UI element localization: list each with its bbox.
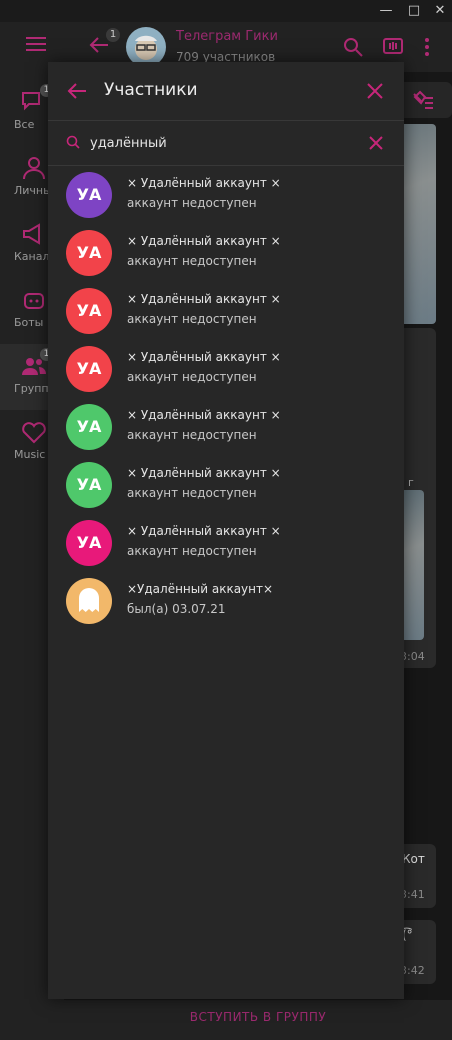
member-status: аккаунт недоступен	[127, 370, 257, 384]
member-status: аккаунт недоступен	[127, 428, 257, 442]
robot-icon	[24, 293, 44, 309]
member-row[interactable]: ×Удалённый аккаунт× был(а) 03.07.21	[48, 574, 404, 632]
member-avatar: УА	[66, 230, 112, 276]
member-row[interactable]: УА × Удалённый аккаунт × аккаунт недоступе…	[48, 342, 404, 400]
chat-title: Телеграм Гики	[176, 29, 278, 44]
maximize-icon[interactable]: □	[404, 2, 424, 20]
search-row	[48, 121, 404, 165]
member-name: × Удалённый аккаунт ×	[127, 292, 281, 306]
member-name: × Удалённый аккаунт ×	[127, 176, 281, 190]
join-bar: ВСТУПИТЬ В ГРУППУ	[64, 1000, 452, 1040]
member-row[interactable]: УА × Удалённый аккаунт × аккаунт недоступе…	[48, 516, 404, 574]
member-avatar	[66, 578, 112, 624]
member-avatar: УА	[66, 172, 112, 218]
more-vertical-icon[interactable]	[416, 36, 438, 58]
member-avatar: УА	[66, 520, 112, 566]
clear-search-icon[interactable]	[366, 133, 386, 153]
member-avatar: УА	[66, 346, 112, 392]
member-row[interactable]: УА × Удалённый аккаунт × аккаунт недоступе…	[48, 226, 404, 284]
member-status: аккаунт недоступен	[127, 196, 257, 210]
member-avatar: УА	[66, 288, 112, 334]
panel-header: Участники	[48, 62, 404, 120]
search-icon[interactable]	[342, 36, 364, 58]
member-row[interactable]: УА × Удалённый аккаунт × аккаунт недоступе…	[48, 458, 404, 516]
member-name: × Удалённый аккаунт ×	[127, 234, 281, 248]
member-row[interactable]: УА × Удалённый аккаунт × аккаунт недоступе…	[48, 284, 404, 342]
member-status: аккаунт недоступен	[127, 254, 257, 268]
person-icon	[23, 157, 45, 180]
heart-icon	[22, 422, 46, 444]
member-status: был(а) 03.07.21	[127, 602, 226, 616]
member-name: ×Удалённый аккаунт×	[127, 582, 274, 596]
close-icon[interactable]	[364, 80, 386, 102]
member-name: × Удалённый аккаунт ×	[127, 350, 281, 364]
search-input[interactable]	[90, 130, 360, 156]
member-status: аккаунт недоступен	[127, 486, 257, 500]
window-titlebar: — □ ✕	[0, 0, 452, 22]
divider	[48, 165, 404, 166]
panel-title: Участники	[104, 80, 198, 100]
message-fragment: г	[408, 476, 414, 489]
minimize-icon[interactable]: —	[376, 2, 396, 20]
arrow-left-icon[interactable]	[66, 80, 88, 102]
member-status: аккаунт недоступен	[127, 312, 257, 326]
member-name: × Удалённый аккаунт ×	[127, 466, 281, 480]
voice-chat-icon[interactable]	[382, 36, 404, 58]
close-window-icon[interactable]: ✕	[430, 2, 450, 20]
unread-badge: 1	[106, 28, 120, 42]
megaphone-icon	[23, 223, 40, 245]
chat-avatar[interactable]	[126, 27, 166, 67]
hamburger-menu-icon[interactable]	[26, 36, 46, 52]
message-text: Кот	[402, 852, 425, 866]
member-name: × Удалённый аккаунт ×	[127, 524, 281, 538]
join-group-button[interactable]: ВСТУПИТЬ В ГРУППУ	[64, 1010, 452, 1024]
member-status: аккаунт недоступен	[127, 544, 257, 558]
member-row[interactable]: УА × Удалённый аккаунт × аккаунт недоступе…	[48, 400, 404, 458]
members-panel: Участники УА × Удалённый аккаунт × аккаунт…	[48, 62, 404, 999]
ghost-icon	[79, 588, 99, 612]
member-avatar: УА	[66, 404, 112, 450]
pin-list-icon	[413, 90, 433, 109]
search-icon	[66, 135, 80, 149]
member-name: × Удалённый аккаунт ×	[127, 408, 281, 422]
member-avatar: УА	[66, 462, 112, 508]
member-row[interactable]: УА × Удалённый аккаунт × аккаунт недоступе…	[48, 168, 404, 226]
